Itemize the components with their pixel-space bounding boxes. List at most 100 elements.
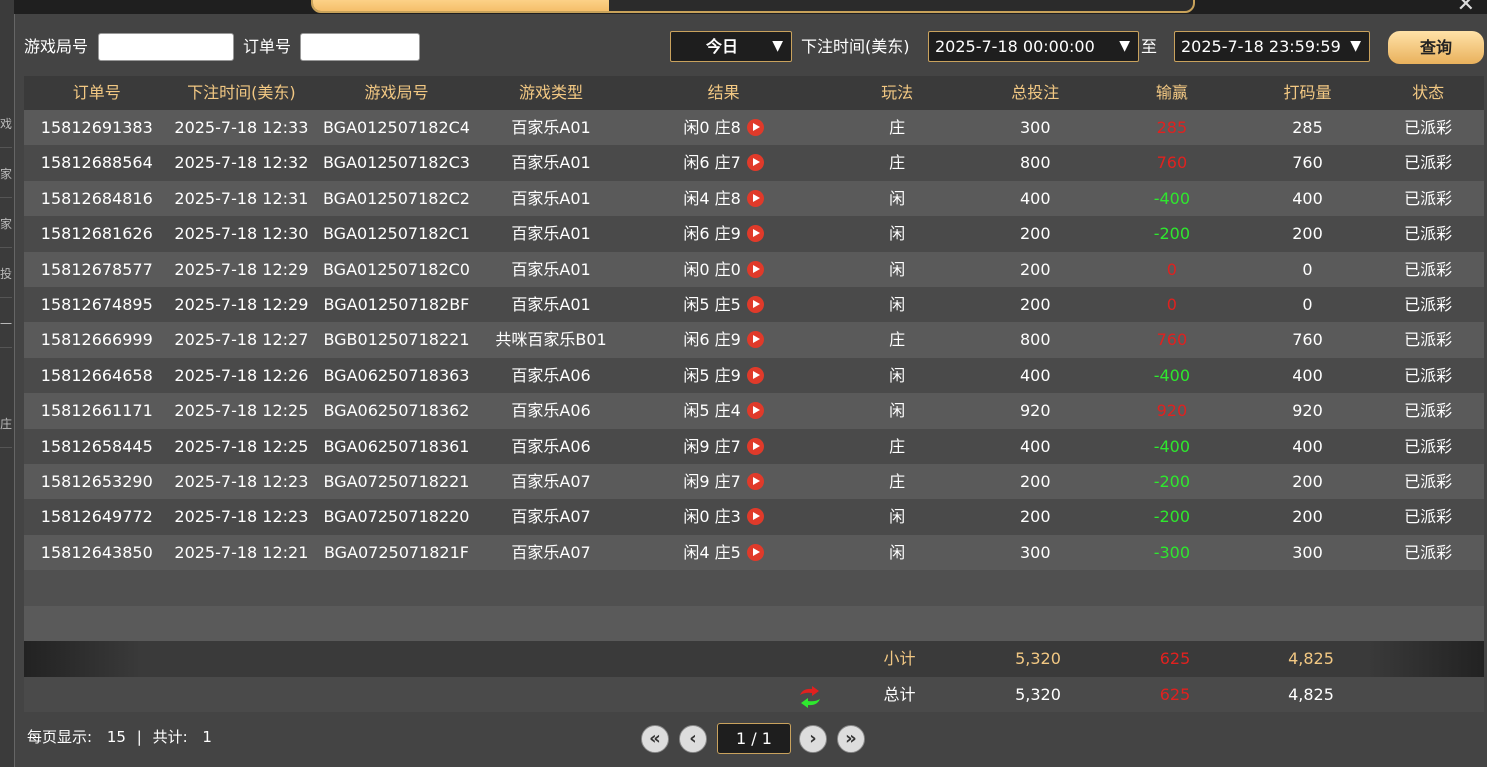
pagination-info: 每页显示: 15 | 共计: 1 (27, 726, 212, 747)
table-row: 15812681626 2025-7-18 12:30 BGA012507182C1… (24, 216, 1484, 252)
refresh-icon[interactable] (797, 685, 823, 708)
play-replay-icon[interactable] (746, 543, 764, 561)
winloss-cell: 920 (1156, 401, 1188, 421)
table-row: 15812653290 2025-7-18 12:23 BGA07250718221… (24, 463, 1484, 500)
result-cell: 闲6 庄9 (622, 322, 824, 357)
play-cell: 闲 (889, 259, 906, 279)
play-cell: 闲 (889, 542, 906, 562)
bet-time-cell: 2025-7-18 12:21 (174, 542, 309, 562)
play-cell: 闲 (889, 507, 906, 527)
order-no-input[interactable] (300, 33, 420, 61)
query-button[interactable]: 查询 (1388, 31, 1484, 64)
order-no-label: 订单号 (243, 37, 292, 56)
top-tab-bar (311, 0, 1195, 13)
total-bet-cell: 300 (1019, 118, 1051, 137)
winloss-cell: 0 (1166, 294, 1177, 314)
game-round-input[interactable] (98, 33, 234, 61)
code-amount-cell: 400 (1292, 188, 1323, 208)
game-type-cell: 百家乐A01 (511, 118, 591, 137)
top-tab-active[interactable] (313, 0, 609, 11)
game-type-cell: 百家乐A01 (511, 259, 591, 279)
play-replay-icon[interactable] (746, 119, 764, 136)
play-cell: 庄 (889, 436, 906, 456)
status-cell: 已派彩 (1404, 118, 1453, 137)
result-cell: 闲6 庄7 (622, 145, 824, 180)
table-row: 15812678577 2025-7-18 12:29 BGA012507182C0… (24, 251, 1484, 287)
winloss-cell: 285 (1156, 118, 1188, 137)
end-time-select[interactable]: 2025-7-18 23:59:59 ▼ (1174, 31, 1370, 62)
last-page-icon[interactable]: » (837, 725, 865, 753)
play-replay-icon[interactable] (746, 437, 764, 455)
play-cell: 闲 (889, 401, 906, 421)
play-replay-icon[interactable] (746, 472, 764, 490)
chevron-down-icon: ▼ (772, 38, 783, 54)
status-cell: 已派彩 (1404, 401, 1453, 421)
total-bet-cell: 200 (1019, 259, 1051, 279)
order-no-cell: 15812661171 (40, 401, 153, 421)
play-cell: 庄 (889, 153, 906, 173)
result-cell: 闲9 庄7 (622, 464, 824, 499)
game-round-cell: BGA06250718361 (323, 436, 470, 456)
winloss-cell: -200 (1153, 507, 1191, 527)
result-cell: 闲5 庄4 (622, 393, 824, 428)
header-game-round: 游戏局号 (364, 83, 429, 102)
play-replay-icon[interactable] (746, 366, 764, 384)
result-text: 闲4 庄5 (683, 542, 741, 562)
play-replay-icon[interactable] (746, 189, 764, 207)
result-text: 闲6 庄9 (683, 224, 741, 244)
prev-page-icon[interactable]: ‹ (679, 725, 707, 753)
page-indicator[interactable]: 1 / 1 (717, 723, 791, 754)
left-side-tab[interactable]: 投宝 (0, 250, 12, 298)
bet-time-cell: 2025-7-18 12:25 (174, 436, 309, 456)
bet-record-panel: 游戏局号 订单号 今日 ▼ 下注时间(美东) 2025-7-18 00:00:0… (14, 14, 1487, 767)
next-page-icon[interactable]: › (799, 725, 827, 753)
play-replay-icon[interactable] (746, 260, 764, 278)
left-side-tab[interactable]: 戏 (0, 100, 12, 148)
code-amount-cell: 400 (1292, 365, 1323, 385)
play-replay-icon[interactable] (746, 295, 764, 313)
order-no-cell: 15812653290 (40, 471, 153, 491)
date-range-select[interactable]: 今日 ▼ (670, 31, 792, 62)
table-row: 15812684816 2025-7-18 12:31 BGA012507182C2… (24, 180, 1484, 217)
left-side-tab[interactable]: 庄 (0, 400, 12, 448)
result-text: 闲0 庄8 (683, 118, 741, 137)
subtotal-code: 4,825 (1288, 649, 1334, 669)
total-label: 总计 (883, 685, 916, 705)
game-round-cell: BGA012507182C3 (322, 153, 470, 173)
bet-time-cell: 2025-7-18 12:25 (174, 401, 309, 421)
game-type-cell: 百家乐A07 (511, 507, 591, 527)
header-total-bet: 总投注 (1011, 83, 1060, 102)
left-side-tab[interactable]: 家乐 (0, 200, 12, 248)
empty-row (24, 570, 1484, 607)
first-page-icon[interactable]: « (641, 725, 669, 753)
order-no-cell: 15812681626 (40, 224, 153, 244)
result-cell: 闲4 庄8 (622, 181, 824, 216)
header-result: 结果 (707, 83, 740, 102)
game-type-cell: 百家乐A06 (511, 436, 591, 456)
chevron-down-icon: ▼ (1119, 38, 1130, 54)
result-cell: 闲4 庄5 (622, 535, 824, 570)
subtotal-label: 小计 (883, 649, 916, 669)
result-text: 闲6 庄9 (683, 330, 741, 350)
winloss-cell: -400 (1153, 188, 1191, 208)
bet-time-cell: 2025-7-18 12:29 (174, 294, 309, 314)
total-row: 总计 5,320 625 4,825 (24, 677, 1484, 713)
play-replay-icon[interactable] (746, 225, 764, 243)
play-replay-icon[interactable] (746, 331, 764, 349)
play-replay-icon[interactable] (746, 402, 764, 420)
total-bet-cell: 200 (1019, 507, 1051, 527)
play-cell: 庄 (889, 118, 906, 137)
start-time-select[interactable]: 2025-7-18 00:00:00 ▼ (928, 31, 1139, 62)
play-replay-icon[interactable] (746, 154, 764, 172)
left-side-tab[interactable]: 家乐 (0, 150, 12, 198)
order-no-cell: 15812649772 (40, 507, 153, 527)
end-time-value: 2025-7-18 23:59:59 (1181, 37, 1341, 56)
total-count-value: 1 (202, 728, 212, 746)
table-row: 15812666999 2025-7-18 12:27 BGB01250718221… (24, 322, 1484, 358)
bet-time-label: 下注时间(美东) (801, 37, 910, 56)
left-side-tab[interactable]: 一公 (0, 300, 12, 348)
header-code-amount: 打码量 (1283, 83, 1332, 102)
play-replay-icon[interactable] (746, 508, 764, 526)
header-order-no: 订单号 (72, 83, 121, 102)
game-round-cell: BGA06250718363 (323, 365, 470, 385)
